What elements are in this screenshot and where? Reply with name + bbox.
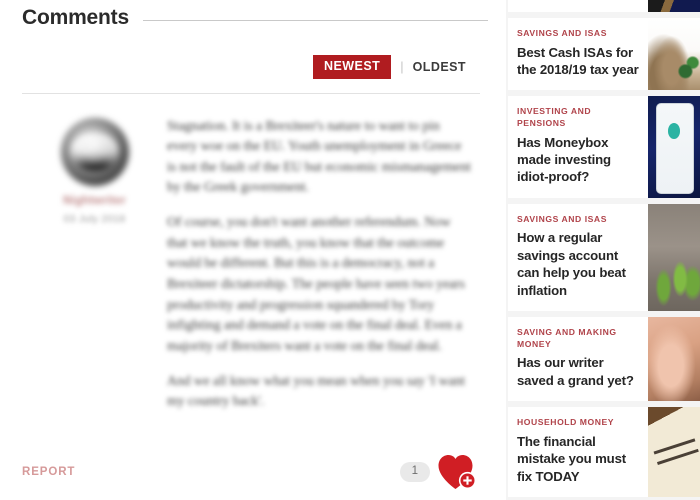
avatar — [60, 117, 129, 186]
article-title: How a regular savings account can help y… — [517, 230, 626, 298]
article-card[interactable]: SAVINGS AND ISAS Best Cash ISAs for the … — [508, 18, 700, 91]
article-title: The financial mistake you must fix TODAY — [517, 433, 626, 484]
article-card-text: SAVINGS AND ISAS How a regular savings a… — [508, 204, 648, 311]
sort-oldest-button[interactable]: OLDEST — [413, 60, 466, 74]
article-card[interactable]: SAVINGS AND ISAS How a regular savings a… — [508, 203, 700, 312]
article-card[interactable]: SAVING AND MAKING MONEY Has our writer s… — [508, 317, 700, 402]
comment-paragraph: Stagnation. It is a Brexiteer's nature t… — [167, 117, 471, 195]
article-card[interactable]: INVESTING AND PENSIONS Has Moneybox made… — [508, 96, 700, 198]
article-title: Has our writer saved a grand yet? — [517, 355, 634, 388]
article-thumbnail — [648, 407, 700, 498]
article-category: SAVING AND MAKING MONEY — [517, 327, 617, 349]
article-card-text: HOUSEHOLD MONEY The financial mistake yo… — [508, 407, 648, 497]
article-thumbnail — [648, 96, 700, 198]
comment-paragraph: Of course, you don't want another refere… — [167, 214, 465, 354]
comment-date: 03 July 2018 — [63, 212, 126, 225]
comments-header: Comments — [22, 0, 488, 30]
comment-actions: REPORT 1 — [22, 452, 488, 492]
report-button[interactable]: REPORT — [22, 466, 75, 478]
article-card-text: SAVINGS AND ISAS Best Cash ISAs for the … — [508, 18, 648, 90]
article-title: Best Cash ISAs for the 2018/19 tax year — [517, 44, 639, 78]
article-category: SAVINGS AND ISAS — [517, 213, 607, 224]
article-thumbnail — [648, 18, 700, 91]
page-root: Comments NEWEST | OLDEST Nightwriter 03 … — [0, 0, 700, 500]
article-card-text — [508, 0, 648, 12]
article-card-text: SAVING AND MAKING MONEY Has our writer s… — [508, 317, 648, 401]
sort-newest-button[interactable]: NEWEST — [313, 55, 392, 79]
comment-author-block: Nightwriter 03 July 2018 — [22, 114, 167, 427]
header-divider — [142, 19, 488, 21]
comments-section: Comments NEWEST | OLDEST Nightwriter 03 … — [0, 0, 506, 500]
sort-controls: NEWEST | OLDEST — [22, 55, 488, 79]
article-thumbnail — [648, 317, 700, 402]
page-title: Comments — [22, 6, 129, 29]
sort-separator: | — [400, 59, 404, 75]
heart-plus-icon[interactable] — [436, 452, 478, 492]
article-category: SAVINGS AND ISAS — [517, 28, 607, 38]
comment-author-name[interactable]: Nightwriter — [22, 195, 167, 207]
comment-paragraph: And we all know what you mean when you s… — [167, 372, 466, 409]
comment-body: Stagnation. It is a Brexiteer's nature t… — [167, 114, 488, 427]
article-thumbnail — [648, 0, 700, 12]
article-category: INVESTING AND PENSIONS — [517, 106, 592, 129]
related-articles-sidebar: SAVINGS AND ISAS Best Cash ISAs for the … — [506, 0, 700, 500]
article-title: Has Moneybox made investing idiot-proof? — [517, 134, 611, 185]
like-count-badge: 1 — [399, 461, 430, 483]
article-card-text: INVESTING AND PENSIONS Has Moneybox made… — [508, 96, 648, 197]
comment-item: Nightwriter 03 July 2018 Stagnation. It … — [22, 114, 488, 427]
comments-divider — [22, 92, 480, 94]
like-control: 1 — [399, 452, 478, 492]
article-thumbnail — [648, 203, 700, 312]
article-card[interactable]: HOUSEHOLD MONEY The financial mistake yo… — [508, 407, 700, 498]
article-category: HOUSEHOLD MONEY — [517, 417, 615, 428]
article-card[interactable] — [508, 0, 700, 12]
